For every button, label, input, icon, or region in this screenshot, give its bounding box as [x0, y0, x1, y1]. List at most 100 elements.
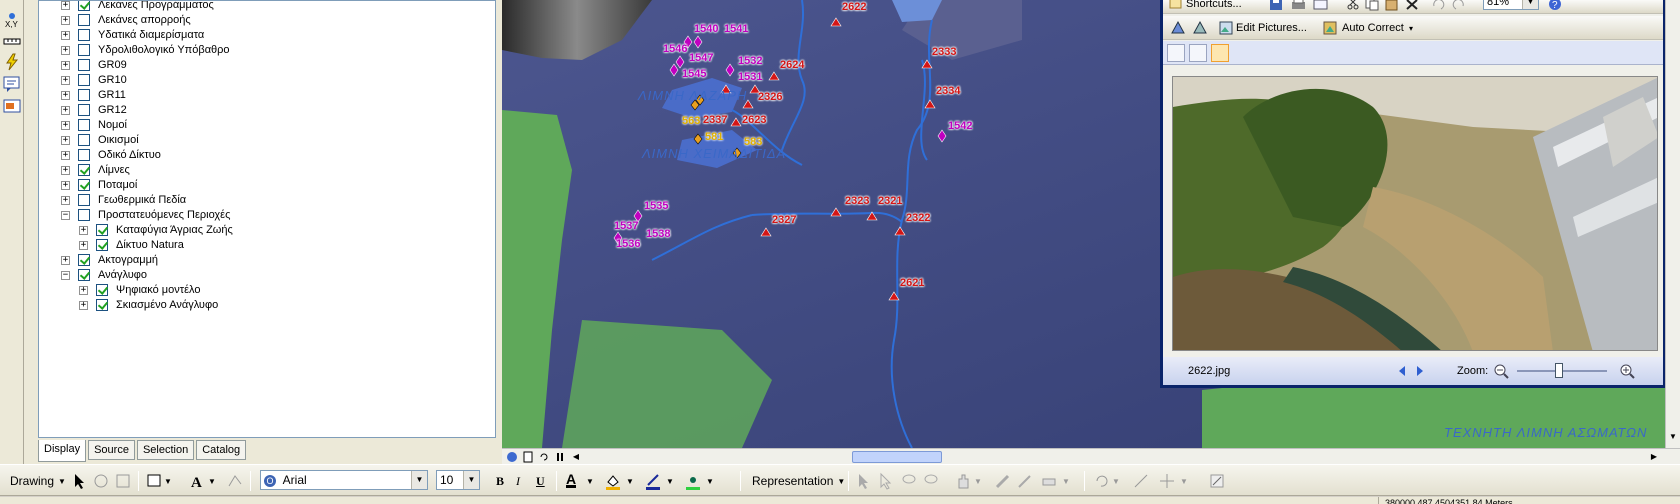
expand-icon[interactable]: + — [61, 255, 70, 265]
chevron-down-icon[interactable]: ▼ — [1180, 472, 1188, 490]
copy-icon[interactable] — [1363, 0, 1383, 12]
pencil-icon[interactable] — [994, 472, 1012, 490]
expand-icon[interactable]: + — [79, 300, 88, 310]
layer-row[interactable]: − Προστατευόμενες Περιοχές — [61, 207, 230, 223]
chevron-down-icon[interactable]: ▼ — [974, 472, 982, 490]
print-icon[interactable] — [1289, 0, 1309, 12]
fill-color-icon[interactable] — [604, 472, 622, 490]
lasso-add-icon[interactable] — [922, 472, 940, 490]
flip-icon[interactable] — [1191, 19, 1211, 37]
layer-row[interactable]: + Γεωθερμικά Πεδία — [61, 192, 186, 208]
pink-diamond-marker[interactable] — [693, 35, 703, 49]
layer-row[interactable]: − Ανάγλυφο — [61, 267, 147, 283]
layer-name[interactable]: Υδατικά διαμερίσματα — [98, 29, 204, 41]
scroll-down-icon[interactable]: ▼ — [1669, 432, 1677, 441]
collapse-icon[interactable]: − — [61, 210, 70, 220]
toc-tab-display[interactable]: Display — [38, 440, 87, 462]
chevron-down-icon[interactable]: ▼ — [626, 472, 634, 490]
layer-visibility-checkbox[interactable] — [78, 134, 90, 146]
layer-name[interactable]: Υδρολιθολογικό Υπόβαθρο — [98, 44, 230, 56]
drawing-menu-button[interactable]: Drawing ▼ — [10, 472, 66, 490]
layer-row[interactable]: + Ακτογραμμή — [61, 252, 158, 268]
chevron-down-icon[interactable]: ▼ — [164, 472, 172, 490]
layer-visibility-checkbox[interactable] — [78, 89, 90, 101]
expand-icon[interactable]: + — [61, 90, 70, 100]
layer-visibility-checkbox[interactable] — [78, 194, 90, 206]
map-horizontal-scrollbar[interactable]: ◀ ▶ — [502, 448, 1680, 464]
layer-name[interactable]: Λεκάνες απορροής — [98, 14, 191, 26]
toc-tab-catalog[interactable]: Catalog — [196, 440, 247, 460]
rotate-rep-icon[interactable] — [1092, 472, 1110, 490]
layer-name[interactable]: Σκιασμένο Ανάγλυφο — [116, 299, 218, 311]
red-triangle-marker[interactable] — [894, 226, 906, 236]
font-name-combo[interactable]: O Arial ▼ — [260, 470, 428, 490]
knife-icon[interactable] — [1016, 472, 1034, 490]
layer-row[interactable]: + Ψηφιακό μοντέλο — [79, 282, 200, 298]
chevron-down-icon[interactable]: ▼ — [666, 472, 674, 490]
eraser-icon[interactable] — [1040, 472, 1058, 490]
previous-picture-icon[interactable] — [1395, 364, 1409, 378]
rotate-element-icon[interactable] — [92, 472, 110, 490]
layer-row[interactable]: + GR09 — [61, 57, 127, 73]
delete-icon[interactable] — [1403, 0, 1423, 12]
expand-icon[interactable]: + — [61, 165, 70, 175]
red-triangle-marker[interactable] — [888, 291, 900, 301]
layer-visibility-checkbox[interactable] — [78, 74, 90, 86]
edit-vertices-icon[interactable] — [226, 472, 244, 490]
expand-icon[interactable]: + — [61, 195, 70, 205]
rotate-right-icon[interactable] — [1449, 0, 1469, 12]
layer-name[interactable]: Οικισμοί — [98, 134, 139, 146]
italic-button[interactable]: I — [516, 472, 520, 490]
red-triangle-marker[interactable] — [730, 117, 742, 127]
expand-icon[interactable]: + — [61, 75, 70, 85]
red-triangle-marker[interactable] — [760, 227, 772, 237]
layer-row[interactable]: + Νομοί — [61, 117, 127, 133]
time-slider-icon[interactable] — [2, 96, 22, 116]
layer-visibility-checkbox[interactable] — [78, 179, 90, 191]
marker-color-icon[interactable] — [684, 472, 702, 490]
picture-viewer-window[interactable]: Shortcuts... 81% ▼ ? Edit Pictures... Au… — [1160, 0, 1666, 388]
layer-row[interactable]: + Λίμνες — [61, 162, 130, 178]
expand-icon[interactable]: + — [61, 30, 70, 40]
layer-name[interactable]: Νομοί — [98, 119, 127, 131]
layer-name[interactable]: Λεκάνες Προγράμματος — [98, 1, 214, 11]
chevron-down-icon[interactable]: ▼ — [586, 472, 594, 490]
expand-icon[interactable]: + — [61, 1, 70, 10]
measure-icon[interactable] — [2, 30, 22, 50]
layer-visibility-checkbox[interactable] — [78, 59, 90, 71]
layer-row[interactable]: + Καταφύγια Άγριας Ζωής — [79, 222, 233, 238]
cut-icon[interactable] — [1343, 0, 1363, 12]
email-icon[interactable] — [1311, 0, 1331, 12]
layer-visibility-checkbox[interactable] — [78, 1, 90, 11]
chevron-down-icon[interactable]: ▼ — [411, 471, 427, 489]
expand-icon[interactable]: + — [61, 120, 70, 130]
layer-row[interactable]: + Δίκτυο Natura — [79, 237, 184, 253]
horizontal-scroll-thumb[interactable] — [852, 451, 942, 463]
layer-row[interactable]: + Σκιασμένο Ανάγλυφο — [79, 297, 218, 313]
scroll-left-icon[interactable]: ◀ — [570, 451, 582, 463]
collapse-icon[interactable]: − — [61, 270, 70, 280]
layer-row[interactable]: + Υδατικά διαμερίσματα — [61, 27, 204, 43]
rotate-icon[interactable] — [1169, 19, 1189, 37]
layer-name[interactable]: Ποταμοί — [98, 179, 137, 191]
layer-visibility-checkbox[interactable] — [78, 269, 90, 281]
layer-name[interactable]: Ακτογραμμή — [98, 254, 158, 266]
layer-visibility-checkbox[interactable] — [96, 299, 108, 311]
layout-view-icon[interactable] — [522, 451, 534, 463]
refresh-icon[interactable] — [538, 451, 550, 463]
layer-visibility-checkbox[interactable] — [78, 209, 90, 221]
layer-name[interactable]: Λίμνες — [98, 164, 130, 176]
expand-icon[interactable]: + — [61, 45, 70, 55]
layer-visibility-checkbox[interactable] — [78, 104, 90, 116]
layer-visibility-checkbox[interactable] — [78, 29, 90, 41]
filmstrip-view-icon[interactable] — [1189, 44, 1207, 62]
red-triangle-marker[interactable] — [866, 211, 878, 221]
lasso-icon[interactable] — [900, 472, 918, 490]
layer-name[interactable]: GR12 — [98, 104, 127, 116]
pink-diamond-marker[interactable] — [669, 63, 679, 77]
red-triangle-marker[interactable] — [924, 99, 936, 109]
layer-name[interactable]: Δίκτυο Natura — [116, 239, 184, 251]
pink-diamond-marker[interactable] — [675, 55, 685, 69]
layer-name[interactable]: GR11 — [98, 89, 126, 101]
zoom-slider-thumb[interactable] — [1555, 363, 1563, 378]
